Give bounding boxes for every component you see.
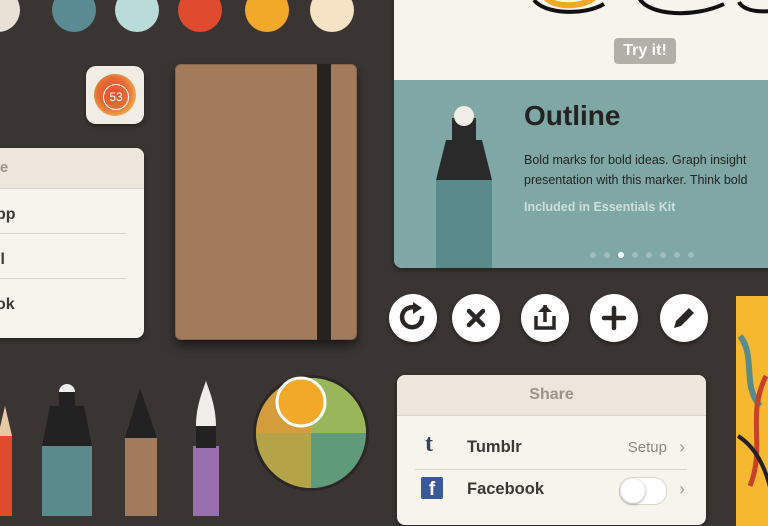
- share-row-tumblr[interactable]: t Tumblr Setup ›: [415, 429, 687, 470]
- notebook-cover[interactable]: [175, 64, 357, 340]
- marker-tool-icon[interactable]: [42, 384, 92, 516]
- facebook-icon: f: [421, 477, 443, 500]
- left-share-panel: re pp il ok: [0, 148, 144, 338]
- close-icon: [466, 308, 486, 328]
- share-row-label: Facebook: [467, 480, 545, 498]
- left-panel-item[interactable]: pp: [0, 189, 126, 234]
- color-swatch[interactable]: [245, 0, 289, 32]
- tumblr-icon: t: [425, 431, 433, 457]
- color-swatch[interactable]: [310, 0, 354, 32]
- tool-title: Outline: [524, 100, 621, 131]
- page-dot[interactable]: [674, 252, 680, 258]
- left-panel-title: re: [0, 148, 144, 189]
- app-icon[interactable]: 53: [86, 66, 144, 124]
- color-swatch[interactable]: [115, 0, 159, 32]
- tool-description: Bold marks for bold ideas. Graph insight…: [524, 150, 768, 190]
- abstract-art: [736, 334, 768, 488]
- close-button[interactable]: [452, 294, 500, 342]
- tool-description-line: presentation with this marker. Think bol…: [524, 173, 748, 187]
- kit-label: Included in Essentials Kit: [524, 200, 676, 214]
- share-row-label: Tumblr: [467, 438, 522, 456]
- facebook-toggle[interactable]: [619, 477, 667, 505]
- plus-icon: [601, 305, 627, 331]
- share-button[interactable]: [521, 294, 569, 342]
- app-icon-badge: 53: [103, 84, 129, 110]
- page-dot[interactable]: [660, 252, 666, 258]
- try-it-button[interactable]: Try it!: [614, 38, 676, 64]
- rotate-icon: [399, 302, 425, 330]
- drawing-preview: [532, 0, 768, 16]
- chevron-right-icon: ›: [679, 479, 685, 499]
- share-icon: [534, 305, 556, 330]
- page-dot-active[interactable]: [618, 252, 624, 258]
- pencil-tool-icon[interactable]: [0, 406, 12, 516]
- page-dot[interactable]: [604, 252, 610, 258]
- marker-tool-icon: [436, 106, 492, 268]
- color-swatch[interactable]: [0, 0, 20, 32]
- color-swatch[interactable]: [52, 0, 96, 32]
- page-dot[interactable]: [590, 252, 596, 258]
- tool-description-line: Bold marks for bold ideas. Graph insight: [524, 153, 747, 167]
- left-panel-item[interactable]: il: [0, 234, 126, 279]
- setup-link[interactable]: Setup: [628, 439, 667, 456]
- tool-tray: [0, 380, 219, 516]
- brush-tool-icon[interactable]: [193, 380, 219, 516]
- toggle-knob: [621, 479, 645, 503]
- artwork-thumbnail[interactable]: [736, 296, 768, 526]
- edit-button[interactable]: [660, 294, 708, 342]
- pencil-icon: [674, 308, 694, 328]
- share-panel: Share t Tumblr Setup › f Facebook ›: [397, 375, 706, 525]
- notebook-elastic-band: [317, 64, 331, 340]
- left-panel-item[interactable]: ok: [0, 279, 126, 323]
- rotate-button[interactable]: [389, 294, 437, 342]
- color-mixer-wheel[interactable]: [252, 374, 370, 492]
- fountain-pen-tool-icon[interactable]: [125, 388, 157, 516]
- page-indicator[interactable]: [590, 245, 702, 263]
- chevron-right-icon: ›: [679, 437, 685, 457]
- page-dot[interactable]: [646, 252, 652, 258]
- share-row-facebook[interactable]: f Facebook ›: [415, 471, 687, 511]
- page-dot[interactable]: [688, 252, 694, 258]
- color-swatch[interactable]: [178, 0, 222, 32]
- share-panel-title: Share: [397, 375, 706, 416]
- try-it-card: Try it! Outline Bold marks for bold idea…: [394, 0, 768, 268]
- page-dot[interactable]: [632, 252, 638, 258]
- add-button[interactable]: [590, 294, 638, 342]
- selected-color-dot[interactable]: [275, 376, 327, 428]
